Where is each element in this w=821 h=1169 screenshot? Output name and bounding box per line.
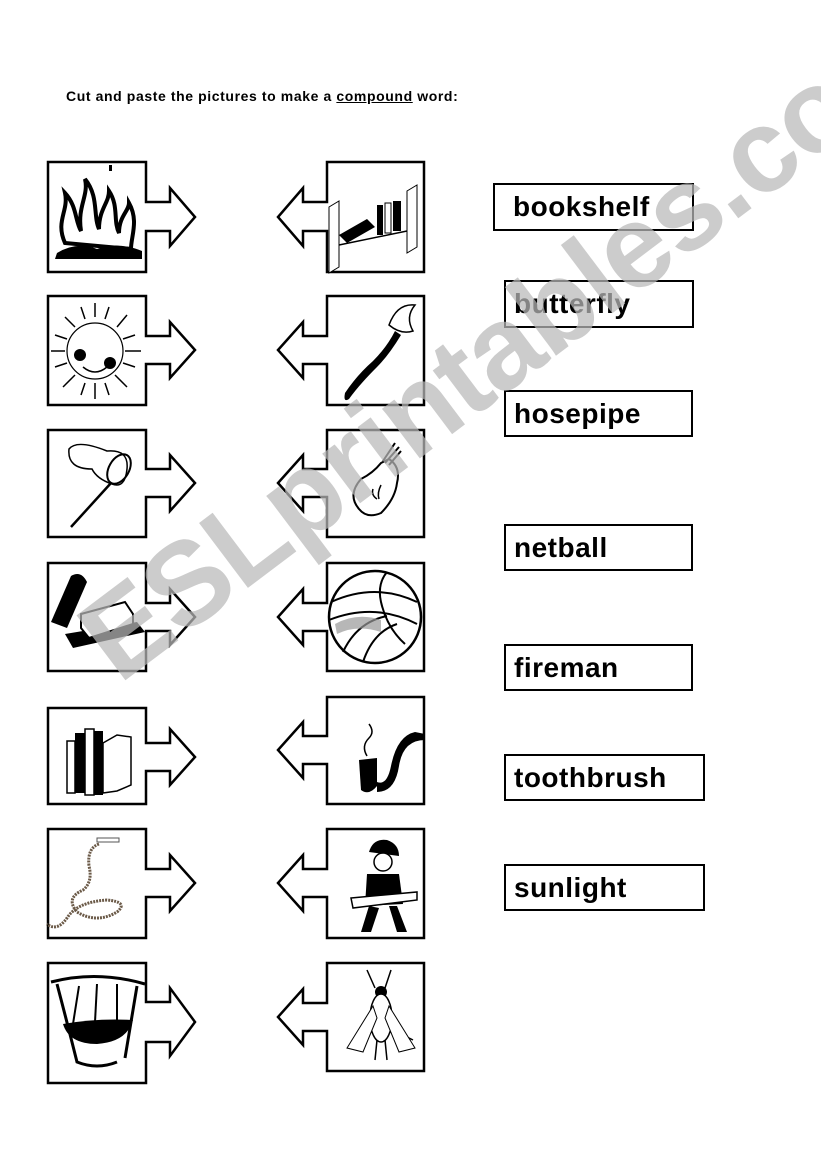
fly-icon [346, 969, 416, 1061]
left-card-net[interactable] [46, 428, 197, 539]
hose-icon [46, 837, 123, 929]
instruction-text: Cut and paste the pictures to make a com… [66, 88, 458, 104]
left-card-books[interactable] [46, 706, 197, 806]
right-card-ball[interactable] [276, 561, 426, 673]
butterfly-net-icon [68, 443, 132, 528]
pipe-icon [359, 723, 425, 793]
right-card-pipe[interactable] [276, 695, 426, 806]
instruction-part: word: [412, 88, 459, 104]
instruction-emphasis: compound [336, 88, 413, 104]
word-box-netball: netball [504, 524, 693, 571]
right-card-shelf[interactable] [276, 160, 426, 274]
word-box-toothbrush: toothbrush [504, 754, 705, 801]
books-icon [66, 728, 132, 796]
word-box-hosepipe: hosepipe [504, 390, 693, 437]
right-card-light[interactable] [276, 428, 426, 539]
word-label: bookshelf [513, 191, 650, 222]
right-card-brush[interactable] [276, 294, 426, 407]
word-label: butterfly [514, 288, 631, 319]
light-bulb-icon [352, 442, 402, 517]
word-label: hosepipe [514, 397, 641, 429]
bookshelf-shelf-icon [328, 184, 418, 274]
word-label: netball [514, 531, 608, 563]
fire-icon [55, 165, 142, 259]
right-card-fly[interactable] [276, 961, 426, 1073]
left-card-hose[interactable] [46, 827, 197, 940]
mouth-teeth-icon [50, 975, 146, 1068]
word-box-bookshelf: bookshelf [493, 183, 694, 231]
word-label: fireman [514, 651, 619, 683]
word-box-fireman: fireman [504, 644, 693, 691]
left-card-butter[interactable] [46, 561, 197, 673]
word-box-sunlight: sunlight [504, 864, 705, 911]
left-card-mouth[interactable] [46, 961, 197, 1085]
ball-icon [327, 569, 423, 665]
toothbrush-icon [344, 304, 417, 401]
butter-icon [51, 574, 145, 648]
instruction-part: Cut and paste the pictures to make a [66, 88, 337, 104]
fireman-icon [350, 839, 418, 932]
left-card-sun[interactable] [46, 294, 197, 407]
right-card-man[interactable] [276, 827, 426, 940]
left-card-fire[interactable] [46, 160, 197, 274]
word-box-butterfly: butterfly [504, 280, 694, 328]
word-label: sunlight [514, 871, 627, 903]
sun-icon [51, 303, 141, 399]
word-label: toothbrush [514, 761, 667, 793]
